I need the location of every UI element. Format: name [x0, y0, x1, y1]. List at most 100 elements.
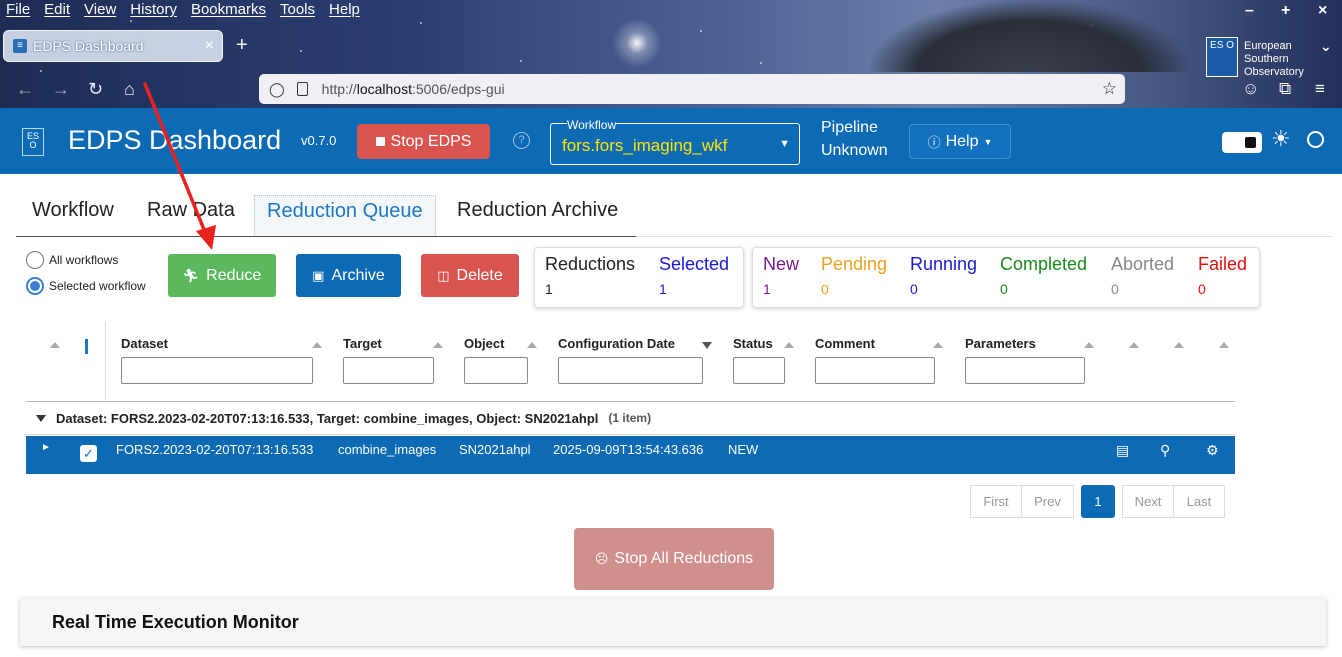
- reduce-button[interactable]: 🏃︎ Reduce: [168, 254, 276, 297]
- page-next[interactable]: Next: [1122, 485, 1174, 518]
- gear-icon[interactable]: ⚙: [1206, 442, 1219, 459]
- moon-icon[interactable]: [1307, 131, 1324, 148]
- sort-asc-icon[interactable]: [1219, 342, 1229, 348]
- stop-edps-button[interactable]: Stop EDPS: [357, 124, 490, 159]
- page-current[interactable]: 1: [1081, 485, 1115, 518]
- menu-history[interactable]: History: [130, 1, 177, 18]
- filter-configuration-date[interactable]: [558, 357, 703, 384]
- filter-parameters[interactable]: [965, 357, 1085, 384]
- eso-badge-text: European Southern Observatory: [1244, 40, 1304, 78]
- sort-asc-icon[interactable]: [1174, 342, 1184, 348]
- sort-asc-icon[interactable]: [433, 342, 443, 348]
- table-row[interactable]: ► ✓ FORS2.2023-02-20T07:13:16.533 combin…: [26, 436, 1235, 474]
- tab-close-icon[interactable]: ×: [205, 37, 214, 55]
- select-all-indicator[interactable]: [85, 339, 88, 354]
- url-text[interactable]: http://localhost:5006/edps-gui: [322, 81, 505, 97]
- sort-asc-icon[interactable]: [1084, 342, 1094, 348]
- column-header-parameters[interactable]: Parameters: [965, 336, 1036, 351]
- group-row[interactable]: Dataset: FORS2.2023-02-20T07:13:16.533, …: [26, 401, 1235, 435]
- menu-view[interactable]: View: [84, 1, 116, 18]
- delete-button[interactable]: ◫ Delete: [421, 254, 519, 297]
- sort-asc-icon[interactable]: [527, 342, 537, 348]
- help-label: Help: [945, 132, 979, 150]
- question-icon[interactable]: ?: [513, 132, 530, 149]
- page-prev[interactable]: Prev: [1021, 485, 1074, 518]
- document-icon[interactable]: ▤: [1116, 442, 1129, 459]
- radio-circle-checked[interactable]: [26, 277, 44, 295]
- sort-desc-icon[interactable]: [702, 342, 712, 349]
- column-header-dataset[interactable]: Dataset: [121, 336, 168, 351]
- sort-asc-icon[interactable]: [933, 342, 943, 348]
- column-header-configuration-date[interactable]: Configuration Date: [558, 336, 675, 351]
- extensions-icon[interactable]: ⧉: [1279, 79, 1291, 99]
- bookmark-star-icon[interactable]: ☆: [1102, 79, 1117, 99]
- execution-monitor-panel[interactable]: Real Time Execution Monitor: [20, 598, 1326, 646]
- row-expand-icon[interactable]: ►: [41, 442, 51, 453]
- archive-label: Archive: [331, 266, 385, 284]
- shield-icon[interactable]: ◯: [269, 81, 285, 98]
- tab-workflow[interactable]: Workflow: [32, 195, 114, 236]
- sort-asc-icon[interactable]: [50, 342, 60, 348]
- caret-down-icon: ▼: [779, 138, 790, 150]
- new-tab-icon[interactable]: +: [236, 34, 248, 57]
- page-first[interactable]: First: [970, 485, 1022, 518]
- filter-status[interactable]: [733, 357, 785, 384]
- column-header-target[interactable]: Target: [343, 336, 382, 351]
- radio-circle[interactable]: [26, 251, 44, 269]
- reload-icon[interactable]: ↻: [88, 79, 103, 100]
- browser-tab[interactable]: ≡ EDPS Dashboard ×: [3, 30, 223, 62]
- eso-badge: ES O European Southern Observatory: [1206, 37, 1304, 79]
- column-header-object[interactable]: Object: [464, 336, 504, 351]
- help-dropdown-button[interactable]: ⓘ Help ▼: [909, 124, 1011, 159]
- page-last[interactable]: Last: [1173, 485, 1225, 518]
- sun-icon[interactable]: ☀: [1271, 126, 1291, 152]
- radio-selected-workflow[interactable]: Selected workflow: [26, 277, 146, 295]
- maximize-icon[interactable]: +: [1281, 2, 1290, 20]
- tab-list-chevron-icon[interactable]: ⌄: [1320, 38, 1332, 55]
- tab-favicon-icon: ≡: [13, 39, 27, 53]
- minimize-icon[interactable]: –: [1245, 2, 1254, 20]
- menu-bookmarks[interactable]: Bookmarks: [191, 1, 266, 18]
- theme-toggle[interactable]: [1222, 132, 1262, 153]
- column-header-comment[interactable]: Comment: [815, 336, 875, 351]
- stop-edps-label: Stop EDPS: [390, 132, 472, 150]
- close-window-icon[interactable]: ×: [1318, 2, 1327, 20]
- filter-dataset[interactable]: [121, 357, 313, 384]
- row-checkbox[interactable]: ✓: [80, 445, 97, 462]
- home-icon[interactable]: ⌂: [124, 79, 135, 100]
- column-header-status[interactable]: Status: [733, 336, 773, 351]
- stop-all-reductions-button[interactable]: ☹ Stop All Reductions: [574, 528, 774, 590]
- url-bar[interactable]: ◯ http://localhost:5006/edps-gui ☆: [259, 74, 1125, 104]
- eso-logo-icon: ES O: [22, 128, 44, 156]
- sort-asc-icon[interactable]: [1129, 342, 1139, 348]
- tabs-divider: [636, 236, 1332, 237]
- sort-asc-icon[interactable]: [312, 342, 322, 348]
- back-icon[interactable]: ←: [16, 79, 34, 100]
- workflow-select[interactable]: Workflow fors.fors_imaging_wkf ▼: [550, 118, 800, 165]
- menu-bar: File Edit View History Bookmarks Tools H…: [6, 1, 360, 18]
- tab-raw-data[interactable]: Raw Data: [147, 195, 235, 236]
- radio-all-workflows[interactable]: All workflows: [26, 251, 118, 269]
- tab-reduction-queue[interactable]: Reduction Queue: [254, 195, 436, 236]
- menu-file[interactable]: File: [6, 1, 30, 18]
- eso-badge-logo: ES O: [1206, 37, 1238, 77]
- search-icon[interactable]: ⚲: [1160, 442, 1170, 459]
- menu-help[interactable]: Help: [329, 1, 360, 18]
- workflow-select-value: fors.fors_imaging_wkf: [562, 136, 728, 155]
- menu-edit[interactable]: Edit: [44, 1, 70, 18]
- forward-icon[interactable]: →: [52, 79, 70, 100]
- archive-button[interactable]: ▣ Archive: [296, 254, 401, 297]
- account-icon[interactable]: ☺: [1242, 79, 1259, 99]
- sort-asc-icon[interactable]: [784, 342, 794, 348]
- filter-object[interactable]: [464, 357, 528, 384]
- stop-all-label: Stop All Reductions: [614, 550, 754, 567]
- stat-selected: Selected 1: [659, 254, 730, 297]
- reduce-label: Reduce: [206, 266, 262, 284]
- radio-all-label: All workflows: [49, 253, 119, 267]
- hamburger-menu-icon[interactable]: ≡: [1315, 79, 1325, 99]
- filter-comment[interactable]: [815, 357, 935, 384]
- tab-reduction-archive[interactable]: Reduction Archive: [457, 195, 618, 236]
- menu-tools[interactable]: Tools: [280, 1, 315, 18]
- group-collapse-icon[interactable]: [36, 414, 46, 422]
- filter-target[interactable]: [343, 357, 434, 384]
